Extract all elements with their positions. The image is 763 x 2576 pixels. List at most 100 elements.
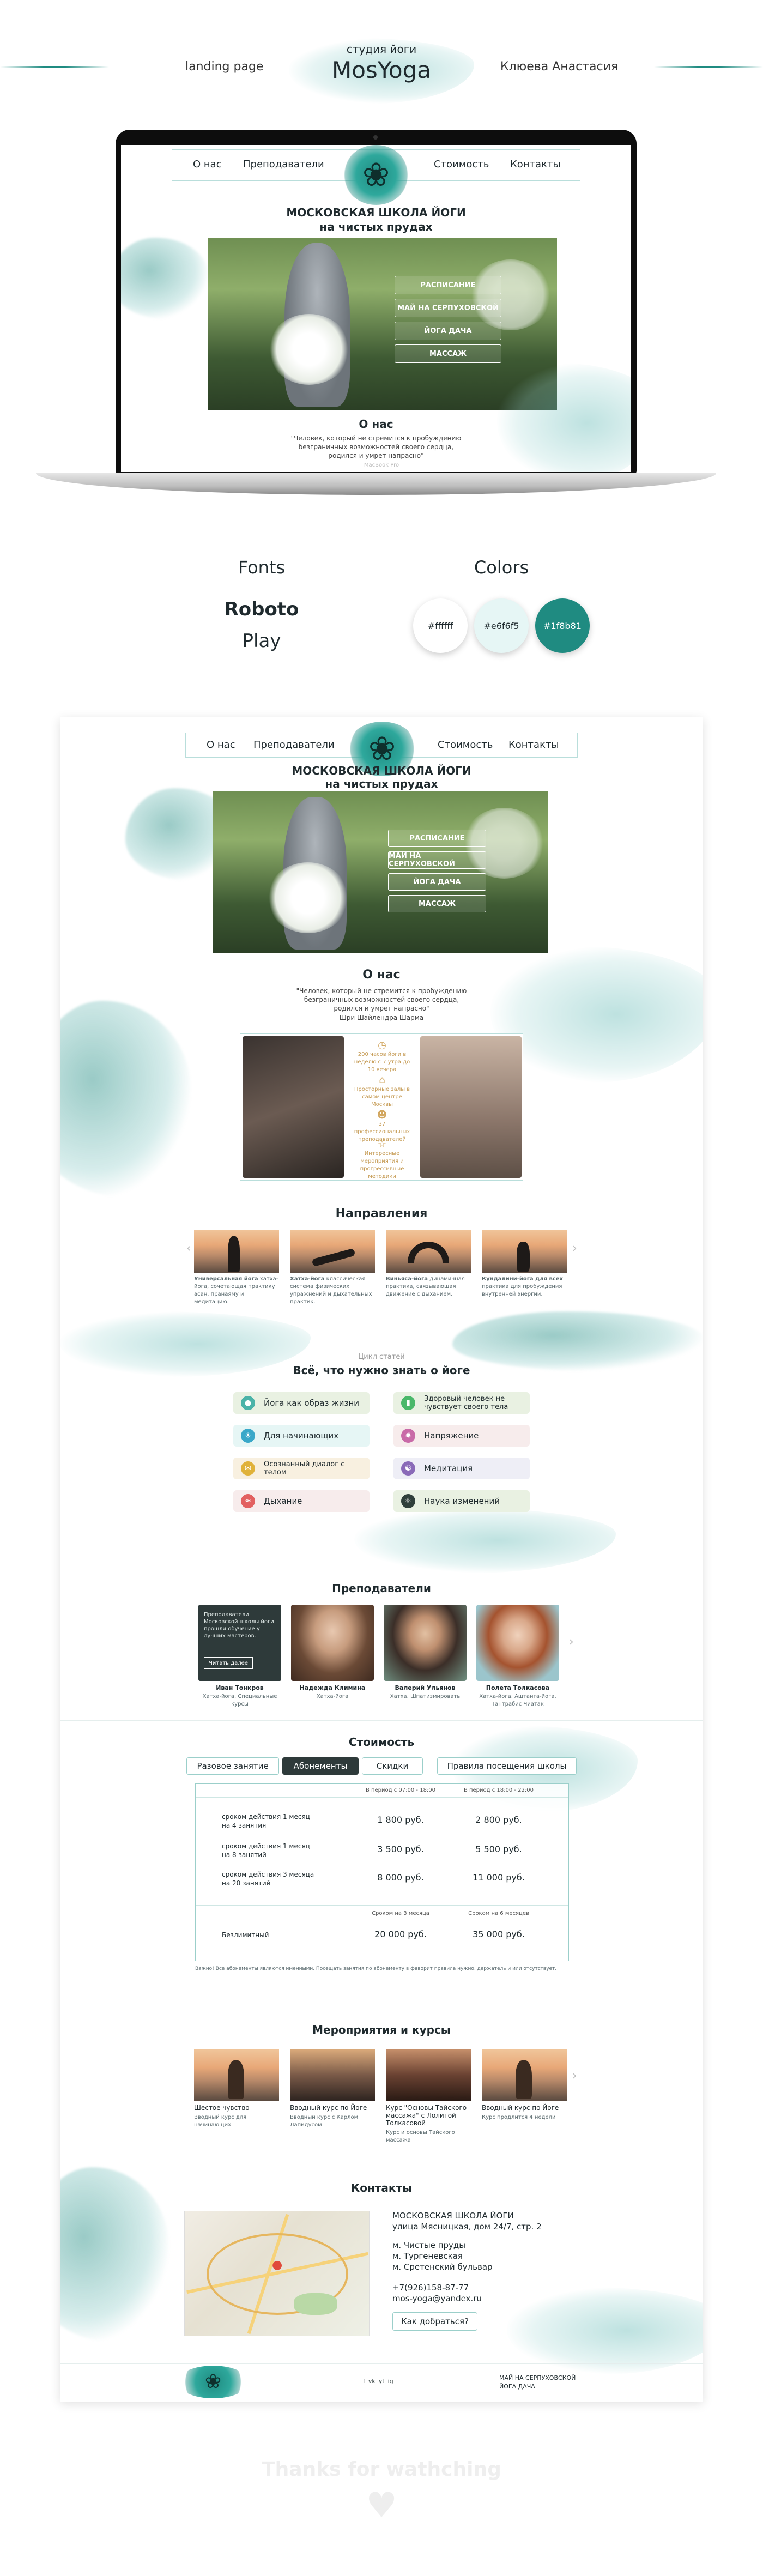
- footer-link-dacha[interactable]: ЙОГА ДАЧА: [499, 2383, 535, 2390]
- breath-icon: ≈: [241, 1494, 255, 1508]
- full-page-mockup: О нас Преподаватели Стоимость Контакты ❀…: [60, 717, 703, 2402]
- contacts-metro-3: м. Сретенский бульвар: [392, 2262, 493, 2272]
- flowers: [267, 862, 349, 933]
- color-swatch-light-teal: #e6f6f5: [474, 598, 529, 653]
- vk-icon[interactable]: vk: [368, 2378, 376, 2385]
- direction-item-2: Хатха-йога классическая система физическ…: [290, 1275, 375, 1306]
- about-panel: ◷ 200 часов йоги в неделю с 7 утра до 10 …: [240, 1033, 523, 1181]
- direction-item-3: Виньяса-йога динамичная практика, связыв…: [386, 1275, 471, 1298]
- contacts-email[interactable]: mos-yoga@yandex.ru: [392, 2294, 578, 2303]
- event-image-1[interactable]: [194, 2049, 279, 2101]
- directions-prev-arrow[interactable]: ‹: [186, 1242, 191, 1255]
- event-image-3[interactable]: [386, 2049, 471, 2101]
- teacher-photo-2[interactable]: [291, 1605, 374, 1681]
- divider: [60, 1720, 703, 1721]
- teacher-photo-4[interactable]: [476, 1605, 559, 1681]
- know-item-5[interactable]: ✉ Осознанный диалог с телом: [233, 1458, 370, 1479]
- route-button[interactable]: Как добраться?: [392, 2312, 477, 2331]
- laptop-btn-schedule[interactable]: РАСПИСАНИЕ: [395, 276, 501, 294]
- know-item-4-label: Напряжение: [424, 1431, 479, 1441]
- footer-logo[interactable]: ❀: [178, 2366, 249, 2398]
- instagram-icon[interactable]: ig: [388, 2378, 393, 2385]
- know-item-3[interactable]: ☀ Для начинающих: [233, 1425, 370, 1447]
- contacts-map[interactable]: ●: [184, 2211, 370, 2336]
- table-row-divider: [196, 1905, 568, 1906]
- about-brush-left: [60, 1001, 191, 1197]
- colors-title: Colors: [474, 557, 529, 578]
- direction-image-2[interactable]: [290, 1230, 375, 1273]
- unlimited-head-3m: Сроком на 3 месяца: [372, 1910, 429, 1916]
- events-next-arrow[interactable]: ›: [572, 2069, 577, 2083]
- know-item-8[interactable]: ⚛ Наука изменений: [393, 1490, 530, 1512]
- row-2-price-evening: 5 500 руб.: [475, 1844, 522, 1854]
- direction-image-4[interactable]: [482, 1230, 567, 1273]
- page-hero-photo: РАСПИСАНИЕ МАЙ НА СЕРПУХОВСКОЙ ЙОГА ДАЧА…: [213, 791, 548, 953]
- laptop-base: [36, 473, 716, 495]
- know-item-1[interactable]: ● Йога как образ жизни: [233, 1392, 370, 1414]
- page-btn-may[interactable]: МАЙ НА СЕРПУХОВСКОЙ: [388, 851, 486, 869]
- tab-rules[interactable]: Правила посещения школы: [437, 1757, 577, 1775]
- tree-logo-icon: ❀: [204, 2371, 222, 2393]
- know-item-6-label: Медитация: [424, 1464, 473, 1473]
- direction-item-1: Универсальная йога хатха-йога, сочетающа…: [194, 1275, 279, 1306]
- thanks-text: Thanks for wathching: [262, 2458, 501, 2481]
- footer-socials: f vk yt ig: [363, 2378, 393, 2385]
- know-item-2[interactable]: ▮ Здоровый человек не чувствует своего те…: [393, 1392, 530, 1414]
- youtube-icon[interactable]: yt: [379, 2378, 385, 2385]
- laptop-nav-pricing[interactable]: Стоимость: [434, 159, 489, 170]
- laptop-btn-may[interactable]: МАЙ НА СЕРПУХОВСКОЙ: [395, 299, 501, 317]
- know-item-6[interactable]: ☯ Медитация: [393, 1458, 530, 1479]
- laptop-nav-about[interactable]: О нас: [193, 159, 222, 170]
- brand-title: MosYoga: [332, 57, 431, 83]
- laptop-brush-left: [121, 238, 208, 319]
- laptop-btn-dacha[interactable]: ЙОГА ДАЧА: [395, 322, 501, 340]
- event-image-4[interactable]: [482, 2049, 567, 2101]
- tab-single[interactable]: Разовое занятие: [186, 1757, 279, 1775]
- know-item-1-label: Йога как образ жизни: [264, 1398, 359, 1408]
- page-nav-about[interactable]: О нас: [207, 739, 235, 751]
- unlimited-price-6m: 35 000 руб.: [473, 1929, 525, 1939]
- laptop-about-title: О нас: [359, 418, 393, 431]
- teachers-read-more-button[interactable]: Читать далее: [204, 1657, 253, 1669]
- laptop-school-title: МОСКОВСКАЯ ШКОЛА ЙОГИ: [286, 206, 466, 219]
- page-btn-dacha[interactable]: ЙОГА ДАЧА: [388, 873, 486, 891]
- laptop-nav-teachers[interactable]: Преподаватели: [243, 159, 324, 170]
- directions-title: Направления: [335, 1207, 428, 1220]
- teachers-next-arrow[interactable]: ›: [569, 1635, 574, 1649]
- page-nav-teachers[interactable]: Преподаватели: [253, 739, 335, 751]
- direction-image-3[interactable]: [386, 1230, 471, 1273]
- page-nav-contacts[interactable]: Контакты: [508, 739, 559, 751]
- tab-discounts[interactable]: Скидки: [362, 1757, 423, 1775]
- laptop-logo[interactable]: ❀: [343, 145, 409, 205]
- footer-link-may[interactable]: МАЙ НА СЕРПУХОВСКОЙ: [499, 2374, 576, 2381]
- direction-image-1[interactable]: [194, 1230, 279, 1273]
- know-item-7[interactable]: ≈ Дыхание: [233, 1490, 370, 1512]
- laptop-btn-massage[interactable]: МАССАЖ: [395, 344, 501, 363]
- laptop-nav-contacts[interactable]: Контакты: [510, 159, 561, 170]
- tab-subscriptions[interactable]: Абонементы: [282, 1757, 359, 1775]
- laptop-bezel: О нас Преподаватели Стоимость Контакты ❀…: [116, 130, 637, 474]
- page-btn-schedule[interactable]: РАСПИСАНИЕ: [388, 830, 486, 847]
- yoga-silhouette: [228, 1236, 240, 1272]
- flowers: [268, 314, 350, 385]
- about-feature-4: ☆ Интересные мероприятия и прогрессивные …: [352, 1139, 413, 1181]
- directions-next-arrow[interactable]: ›: [572, 1242, 577, 1255]
- page-btn-massage[interactable]: МАССАЖ: [388, 895, 486, 912]
- teacher-name-2: Надежда Климина: [299, 1684, 366, 1691]
- contacts-phone[interactable]: +7(926)158-87-77: [392, 2283, 578, 2293]
- map-park: [294, 2293, 337, 2315]
- event-image-2[interactable]: [290, 2049, 375, 2101]
- facebook-icon[interactable]: f: [363, 2378, 365, 2385]
- unlimited-label: Безлимитный: [222, 1931, 269, 1939]
- know-subtitle: Цикл статей: [358, 1353, 405, 1361]
- event-name-1: Шестое чувство: [194, 2104, 250, 2112]
- laptop-screen: О нас Преподаватели Стоимость Контакты ❀…: [121, 145, 631, 472]
- know-item-2-label: Здоровый человек не чувствует своего тел…: [424, 1395, 508, 1411]
- tree-logo-icon: ❀: [368, 730, 396, 768]
- know-item-4[interactable]: ✹ Напряжение: [393, 1425, 530, 1447]
- science-icon: ⚛: [401, 1494, 415, 1508]
- page-nav-pricing[interactable]: Стоимость: [438, 739, 493, 751]
- teacher-photo-3[interactable]: [384, 1605, 467, 1681]
- row-3-price-day: 8 000 руб.: [377, 1872, 424, 1883]
- page-school-title: МОСКОВСКАЯ ШКОЛА ЙОГИ: [292, 764, 471, 777]
